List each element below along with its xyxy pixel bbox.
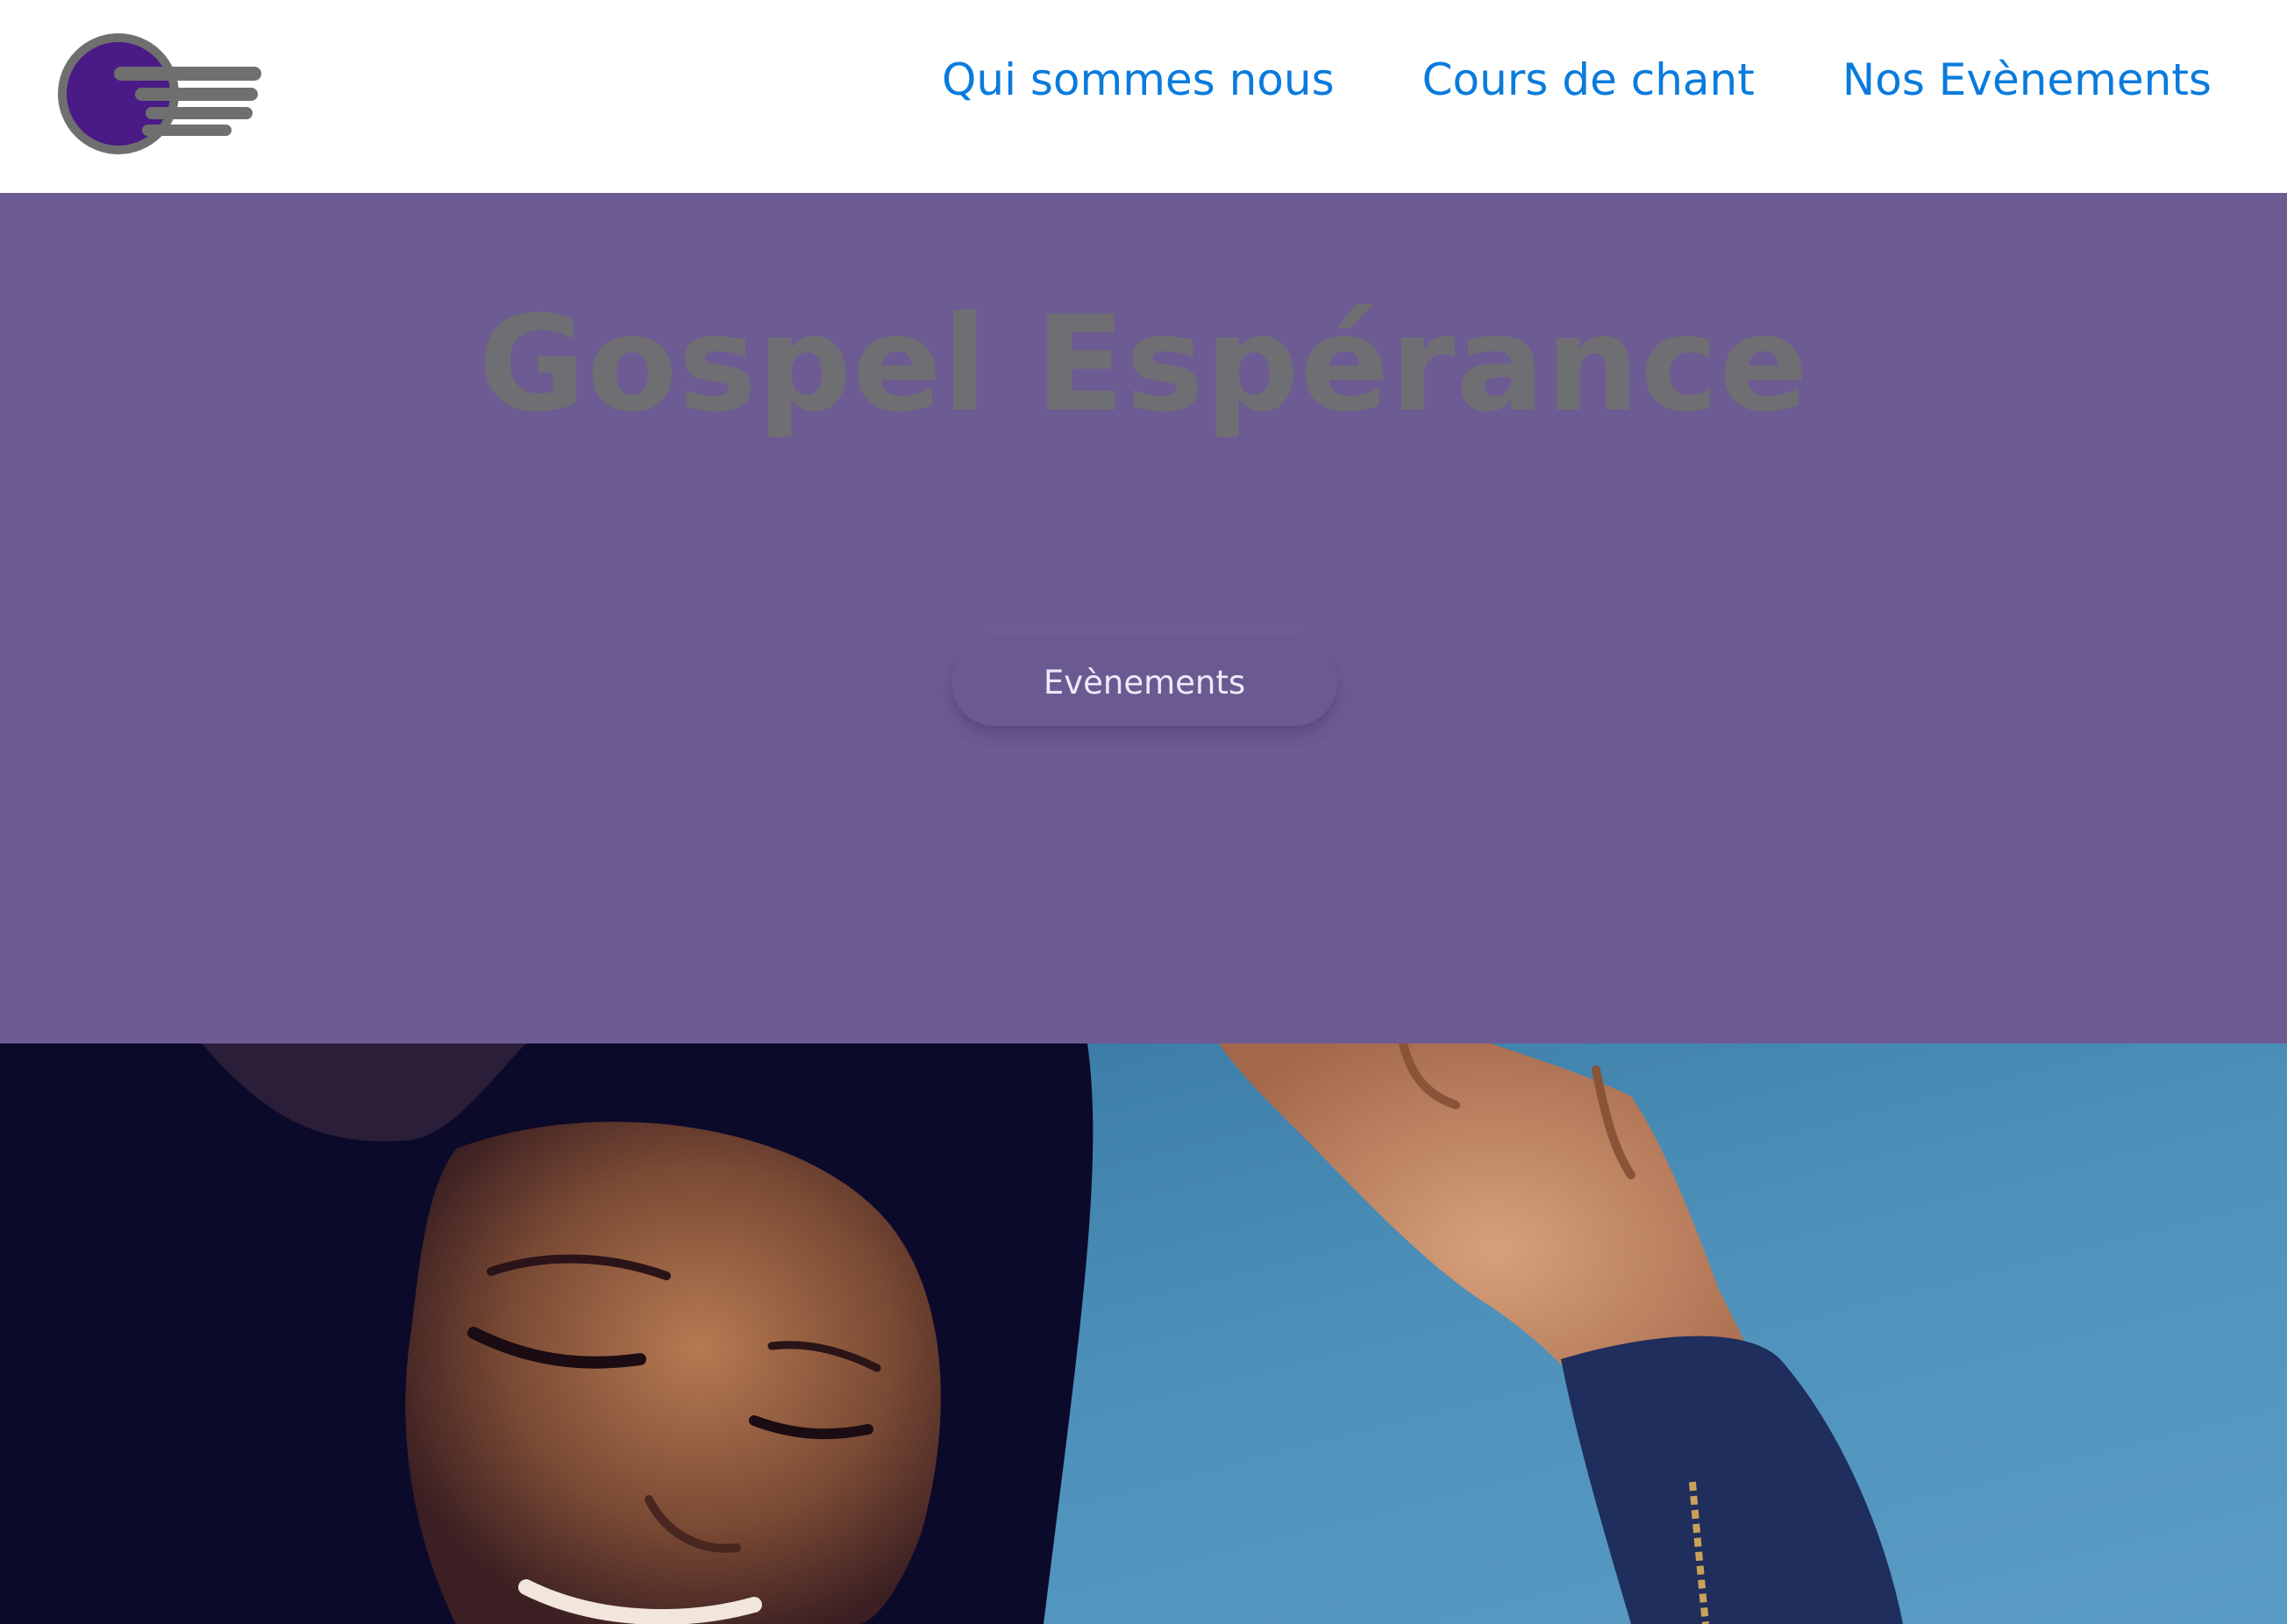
comet-logo-icon xyxy=(58,33,261,154)
singer-photo-illustration xyxy=(0,1043,2287,1624)
home-logo-link[interactable] xyxy=(58,32,268,156)
nav-link-nos-evenements[interactable]: Nos Evènements xyxy=(1842,49,2212,110)
page: Qui sommes nous Cours de chant Nos Evène… xyxy=(0,0,2287,1624)
site-header: Qui sommes nous Cours de chant Nos Evène… xyxy=(0,0,2287,193)
nav-link-cours-de-chant[interactable]: Cours de chant xyxy=(1422,49,1755,110)
hero-section: Gospel Espérance Evènements xyxy=(0,193,2287,1043)
singer-photo xyxy=(0,1043,2287,1624)
nav-link-qui-sommes-nous[interactable]: Qui sommes nous xyxy=(942,49,1335,110)
hero-title: Gospel Espérance xyxy=(478,288,1809,441)
evenements-button[interactable]: Evènements xyxy=(951,638,1337,726)
main-nav: Qui sommes nous Cours de chant Nos Evène… xyxy=(942,49,2212,110)
